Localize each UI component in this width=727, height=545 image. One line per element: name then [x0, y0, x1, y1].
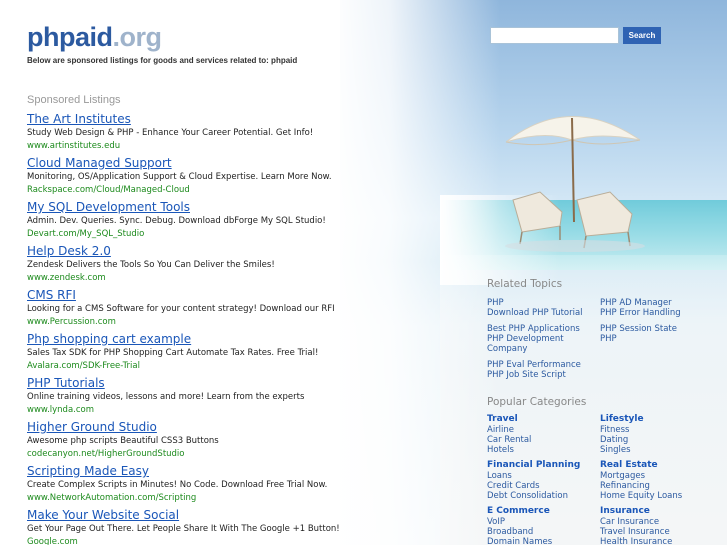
- category-block: Financial Planning Loans Credit Cards De…: [487, 460, 600, 501]
- related-topics-heading: Related Topics: [487, 278, 563, 290]
- listing-url-link[interactable]: www.lynda.com: [27, 404, 357, 416]
- listing-url-link[interactable]: Devart.com/My_SQL_Studio: [27, 228, 357, 240]
- listing-title-link[interactable]: Higher Ground Studio: [27, 420, 357, 435]
- related-topic-link[interactable]: PHP: [487, 298, 600, 308]
- listing-url-link[interactable]: Google.com: [27, 536, 357, 545]
- category-link[interactable]: Loans: [487, 471, 600, 481]
- category-link[interactable]: Singles: [600, 445, 713, 455]
- category-link[interactable]: Travel Insurance: [600, 527, 713, 537]
- category-block: E Commerce VoIP Broadband Domain Names: [487, 506, 600, 545]
- listing-item: Higher Ground Studio Awesome php scripts…: [27, 420, 357, 464]
- related-topic-link[interactable]: PHP AD Manager: [600, 298, 713, 308]
- category-link[interactable]: Fitness: [600, 425, 713, 435]
- category-name[interactable]: E Commerce: [487, 506, 600, 517]
- category-link[interactable]: Dating: [600, 435, 713, 445]
- listing-title-link[interactable]: PHP Tutorials: [27, 376, 357, 391]
- related-topics-left-column: PHP Download PHP Tutorial Best PHP Appli…: [487, 298, 600, 380]
- listing-item: My SQL Development Tools Admin. Dev. Que…: [27, 200, 357, 244]
- sponsored-listings: Sponsored Listings The Art Institutes St…: [27, 94, 357, 545]
- listing-description: Get Your Page Out There. Let People Shar…: [27, 524, 340, 534]
- category-link[interactable]: Hotels: [487, 445, 600, 455]
- listing-description: Online training videos, lessons and more…: [27, 392, 305, 402]
- category-link[interactable]: Home Equity Loans: [600, 491, 713, 501]
- category-block: Insurance Car Insurance Travel Insurance…: [600, 506, 713, 545]
- listing-item: Cloud Managed Support Monitoring, OS/App…: [27, 156, 357, 200]
- category-block: Travel Airline Car Rental Hotels: [487, 414, 600, 455]
- popular-categories-heading: Popular Categories: [487, 396, 587, 408]
- category-block: Lifestyle Fitness Dating Singles: [600, 414, 713, 455]
- listing-item: Scripting Made Easy Create Complex Scrip…: [27, 464, 357, 508]
- category-link[interactable]: Health Insurance: [600, 537, 713, 545]
- related-topic-link[interactable]: PHP Job Site Script: [487, 370, 600, 380]
- listing-title-link[interactable]: Make Your Website Social: [27, 508, 357, 523]
- listing-item: PHP Tutorials Online training videos, le…: [27, 376, 357, 420]
- listing-title-link[interactable]: Cloud Managed Support: [27, 156, 357, 171]
- listing-item: Php shopping cart example Sales Tax SDK …: [27, 332, 357, 376]
- category-link[interactable]: Mortgages: [600, 471, 713, 481]
- listing-title-link[interactable]: Scripting Made Easy: [27, 464, 357, 479]
- listing-url-link[interactable]: Avalara.com/SDK-Free-Trial: [27, 360, 357, 372]
- related-topic-link[interactable]: Download PHP Tutorial: [487, 308, 600, 318]
- logo-main-text: phpaid: [27, 22, 113, 52]
- sponsored-heading: Sponsored Listings: [27, 94, 121, 106]
- category-link[interactable]: Car Insurance: [600, 517, 713, 527]
- category-link[interactable]: Airline: [487, 425, 600, 435]
- category-name[interactable]: Travel: [487, 414, 600, 425]
- listing-item: The Art Institutes Study Web Design & PH…: [27, 112, 357, 156]
- listing-title-link[interactable]: Php shopping cart example: [27, 332, 357, 347]
- related-topic-link[interactable]: PHP Session State: [600, 324, 713, 334]
- listing-url-link[interactable]: www.zendesk.com: [27, 272, 357, 284]
- listing-item: Make Your Website Social Get Your Page O…: [27, 508, 357, 545]
- listing-description: Looking for a CMS Software for your cont…: [27, 304, 335, 314]
- category-link[interactable]: Debt Consolidation: [487, 491, 600, 501]
- listing-description: Study Web Design & PHP - Enhance Your Ca…: [27, 128, 314, 138]
- site-logo[interactable]: phpaid.org: [27, 22, 162, 53]
- tagline: Below are sponsored listings for goods a…: [27, 56, 298, 65]
- listing-item: CMS RFI Looking for a CMS Software for y…: [27, 288, 357, 332]
- category-name[interactable]: Insurance: [600, 506, 713, 517]
- listing-description: Zendesk Delivers the Tools So You Can De…: [27, 260, 275, 270]
- listing-item: Help Desk 2.0 Zendesk Delivers the Tools…: [27, 244, 357, 288]
- listing-description: Sales Tax SDK for PHP Shopping Cart Auto…: [27, 348, 319, 358]
- category-link[interactable]: Car Rental: [487, 435, 600, 445]
- search-input[interactable]: [490, 27, 619, 44]
- category-name[interactable]: Lifestyle: [600, 414, 713, 425]
- related-topics: Related Topics PHP Download PHP Tutorial…: [487, 278, 717, 380]
- category-link[interactable]: Refinancing: [600, 481, 713, 491]
- listing-title-link[interactable]: Help Desk 2.0: [27, 244, 357, 259]
- logo-tld-text: .org: [112, 22, 163, 52]
- listing-url-link[interactable]: www.artinstitutes.edu: [27, 140, 357, 152]
- related-topics-right-column: PHP AD Manager PHP Error Handling PHP Se…: [600, 298, 713, 380]
- related-topic-link[interactable]: PHP Error Handling: [600, 308, 713, 318]
- related-topic-link[interactable]: PHP Development Company: [487, 334, 587, 354]
- listing-title-link[interactable]: The Art Institutes: [27, 112, 357, 127]
- category-link[interactable]: Credit Cards: [487, 481, 600, 491]
- listing-url-link[interactable]: codecanyon.net/HigherGroundStudio: [27, 448, 357, 460]
- popular-categories: Popular Categories Travel Airline Car Re…: [487, 396, 717, 545]
- listing-url-link[interactable]: Rackspace.com/Cloud/Managed-Cloud: [27, 184, 357, 196]
- listing-url-link[interactable]: www.Percussion.com: [27, 316, 357, 328]
- related-topic-link[interactable]: PHP Eval Performance: [487, 360, 600, 370]
- listing-title-link[interactable]: My SQL Development Tools: [27, 200, 357, 215]
- category-name[interactable]: Financial Planning: [487, 460, 600, 471]
- search-button[interactable]: Search: [623, 27, 661, 44]
- listing-title-link[interactable]: CMS RFI: [27, 288, 357, 303]
- category-name[interactable]: Real Estate: [600, 460, 713, 471]
- category-link[interactable]: VoIP: [487, 517, 600, 527]
- listing-url-link[interactable]: www.NetworkAutomation.com/Scripting: [27, 492, 357, 504]
- listing-description: Create Complex Scripts in Minutes! No Co…: [27, 480, 328, 490]
- related-topic-link[interactable]: Best PHP Applications: [487, 324, 600, 334]
- category-block: Real Estate Mortgages Refinancing Home E…: [600, 460, 713, 501]
- category-link[interactable]: Domain Names: [487, 537, 600, 545]
- listing-description: Monitoring, OS/Application Support & Clo…: [27, 172, 332, 182]
- category-link[interactable]: Broadband: [487, 527, 600, 537]
- related-topic-link[interactable]: PHP: [600, 334, 713, 344]
- listing-description: Admin. Dev. Queries. Sync. Debug. Downlo…: [27, 216, 326, 226]
- listing-description: Awesome php scripts Beautiful CSS3 Butto…: [27, 436, 219, 446]
